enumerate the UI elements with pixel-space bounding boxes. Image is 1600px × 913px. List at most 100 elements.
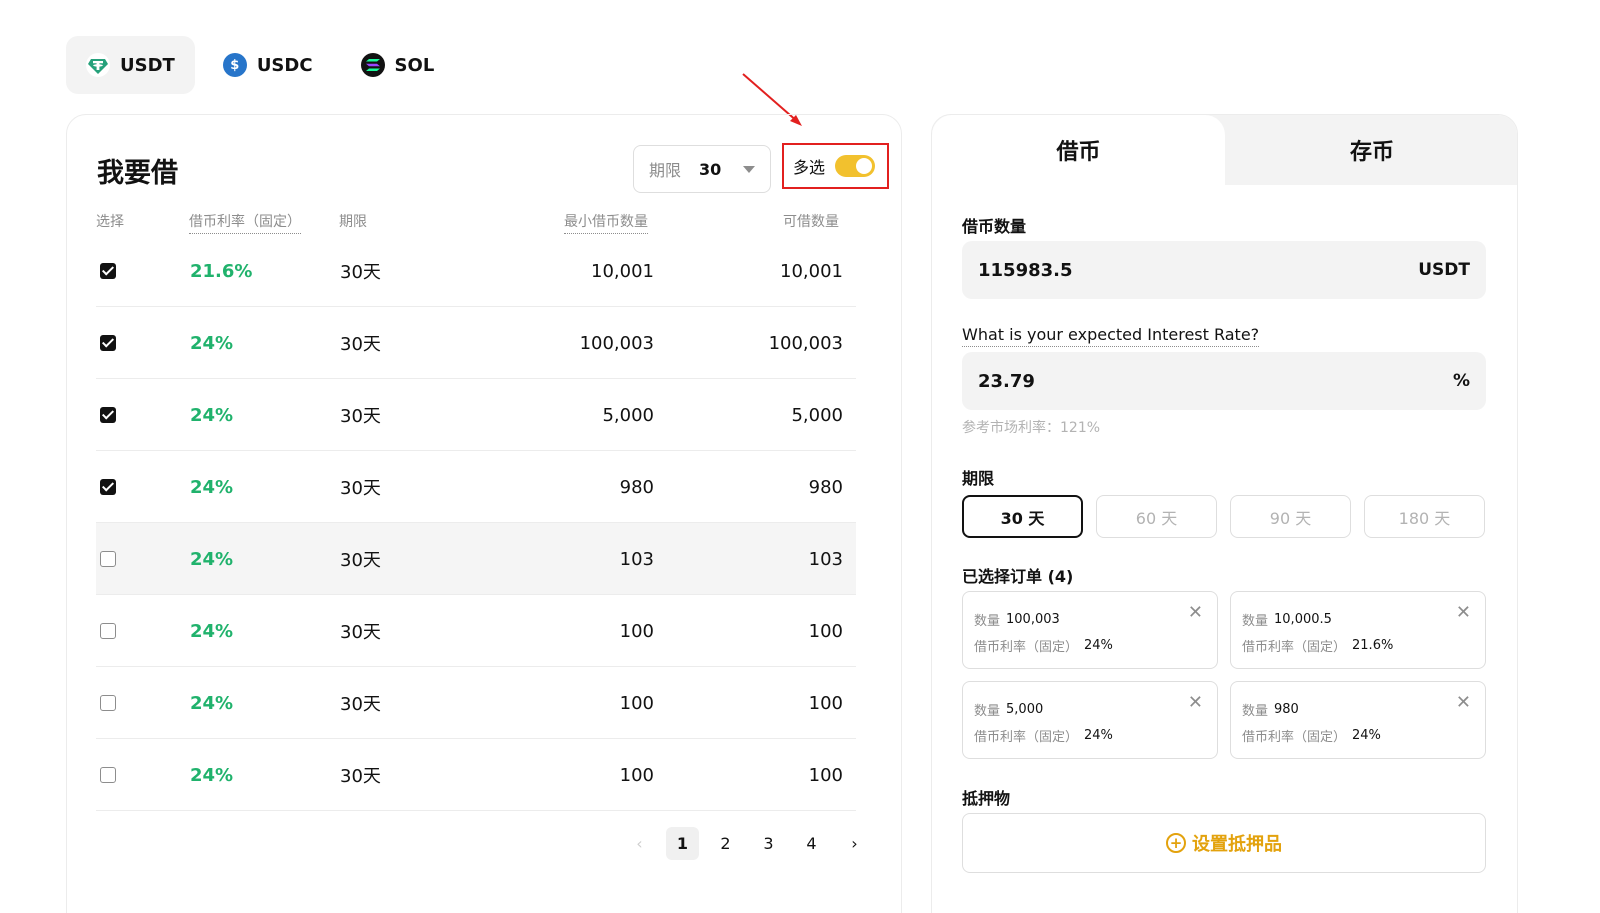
order-card: 数量 10,000.5 借币利率（固定） 21.6% ✕: [1230, 591, 1486, 669]
row-term: 30天: [340, 334, 381, 355]
order-rate-label: 借币利率（固定）: [1242, 729, 1347, 745]
table-row[interactable]: 24% 30天 103 103: [96, 523, 856, 595]
order-qty-label: 数量: [974, 613, 1001, 629]
token-tab-usdt[interactable]: USDT: [66, 36, 195, 94]
row-checkbox[interactable]: [100, 407, 116, 423]
table-row[interactable]: 24% 30天 980 980: [96, 451, 856, 523]
table-row[interactable]: 24% 30天 5,000 5,000: [96, 379, 856, 451]
col-header-available: 可借数量: [783, 214, 839, 230]
row-rate: 24%: [190, 476, 234, 498]
rate-input[interactable]: [978, 370, 1453, 392]
order-qty: 100,003: [1006, 611, 1060, 627]
term-filter-value: 30: [699, 159, 722, 179]
row-checkbox[interactable]: [100, 551, 116, 567]
pagination-page-1[interactable]: 1: [666, 827, 699, 860]
table-row[interactable]: 24% 30天 100 100: [96, 739, 856, 811]
row-checkbox[interactable]: [100, 695, 116, 711]
amount-field: USDT: [962, 241, 1486, 299]
row-min-qty: 100: [619, 692, 654, 714]
amount-label: 借币数量: [962, 217, 1027, 236]
multi-select-toggle[interactable]: [835, 155, 876, 177]
pagination-page-2[interactable]: 2: [709, 827, 742, 860]
row-term: 30天: [340, 766, 381, 787]
order-rate: 24%: [1084, 727, 1113, 743]
order-card: 数量 100,003 借币利率（固定） 24% ✕: [962, 591, 1218, 669]
order-rate-label: 借币利率（固定）: [974, 639, 1079, 655]
row-term: 30天: [340, 406, 381, 427]
market-rate-hint: 参考市场利率：121%: [962, 420, 1101, 436]
row-min-qty: 5,000: [602, 404, 654, 426]
term-option-90[interactable]: 90 天: [1230, 495, 1351, 538]
rate-unit: %: [1452, 371, 1470, 391]
token-tab-label: SOL: [394, 54, 435, 76]
set-collateral-button[interactable]: + 设置抵押品: [962, 813, 1486, 873]
pagination-page-4[interactable]: 4: [795, 827, 828, 860]
order-qty: 10,000.5: [1274, 611, 1332, 627]
pagination-prev-button[interactable]: ‹: [623, 827, 656, 860]
term-option-60[interactable]: 60 天: [1096, 495, 1217, 538]
row-available: 100,003: [768, 332, 843, 354]
term-filter-label: 期限: [649, 161, 682, 180]
term-option-30[interactable]: 30 天: [962, 495, 1083, 538]
term-option-180[interactable]: 180 天: [1364, 495, 1485, 538]
order-rate: 24%: [1084, 637, 1113, 653]
row-term: 30天: [340, 622, 381, 643]
row-checkbox[interactable]: [100, 623, 116, 639]
usdt-icon: [86, 53, 110, 77]
close-icon[interactable]: ✕: [1456, 692, 1471, 713]
col-header-term: 期限: [339, 214, 367, 230]
term-filter-select[interactable]: 期限 30: [633, 145, 771, 193]
close-icon[interactable]: ✕: [1456, 602, 1471, 623]
row-checkbox[interactable]: [100, 767, 116, 783]
amount-unit: USDT: [1418, 260, 1470, 280]
row-rate: 24%: [190, 548, 234, 570]
tab-deposit[interactable]: 存币: [1225, 115, 1517, 185]
tab-borrow[interactable]: 借币: [932, 115, 1225, 185]
order-qty-label: 数量: [974, 703, 1001, 719]
row-min-qty: 100: [619, 764, 654, 786]
selected-orders-label: 已选择订单 (4): [962, 567, 1074, 586]
table-row[interactable]: 24% 30天 100 100: [96, 595, 856, 667]
row-term: 30天: [340, 478, 381, 499]
multi-select-label: 多选: [793, 158, 826, 177]
order-qty-label: 数量: [1242, 613, 1269, 629]
row-rate: 21.6%: [190, 260, 253, 282]
pagination-next-button[interactable]: ›: [838, 827, 871, 860]
amount-input[interactable]: [978, 259, 1419, 281]
row-checkbox[interactable]: [100, 479, 116, 495]
pagination-page-3[interactable]: 3: [752, 827, 785, 860]
table-row[interactable]: 24% 30天 100,003 100,003: [96, 307, 856, 379]
borrow-deposit-tabs: 借币 存币: [932, 115, 1517, 185]
row-min-qty: 100,003: [579, 332, 654, 354]
borrow-form-panel: 借币 存币 借币数量 USDT What is your expected In…: [931, 114, 1518, 913]
selected-orders: 数量 100,003 借币利率（固定） 24% ✕ 数量 10,000.5 借币利率（…: [962, 591, 1486, 759]
row-term: 30天: [340, 550, 381, 571]
order-rate-label: 借币利率（固定）: [974, 729, 1079, 745]
rate-label: What is your expected Interest Rate?: [962, 325, 1260, 347]
row-rate: 24%: [190, 620, 234, 642]
close-icon[interactable]: ✕: [1188, 602, 1203, 623]
collateral-label: 抵押物: [962, 789, 1011, 808]
token-tab-usdc[interactable]: $ USDC: [203, 36, 333, 94]
order-qty: 980: [1274, 701, 1299, 717]
close-icon[interactable]: ✕: [1188, 692, 1203, 713]
row-available: 100: [808, 620, 843, 642]
row-rate: 24%: [190, 692, 234, 714]
token-tab-sol[interactable]: SOL: [341, 36, 455, 94]
order-rate: 21.6%: [1352, 637, 1394, 653]
col-header-rate: 借币利率（固定）: [189, 211, 301, 234]
row-available: 5,000: [791, 404, 843, 426]
table-row[interactable]: 24% 30天 100 100: [96, 667, 856, 739]
row-rate: 24%: [190, 332, 234, 354]
term-options: 30 天 60 天 90 天 180 天: [962, 495, 1485, 538]
token-tab-label: USDT: [120, 54, 175, 76]
table-row[interactable]: 21.6% 30天 10,001 10,001: [96, 235, 856, 307]
row-checkbox[interactable]: [100, 335, 116, 351]
row-term: 30天: [340, 694, 381, 715]
row-rate: 24%: [190, 764, 234, 786]
row-checkbox[interactable]: [100, 263, 116, 279]
col-header-min-qty: 最小借币数量: [564, 211, 648, 234]
row-available: 980: [808, 476, 843, 498]
usdc-icon: $: [222, 53, 247, 77]
row-available: 10,001: [780, 260, 843, 282]
